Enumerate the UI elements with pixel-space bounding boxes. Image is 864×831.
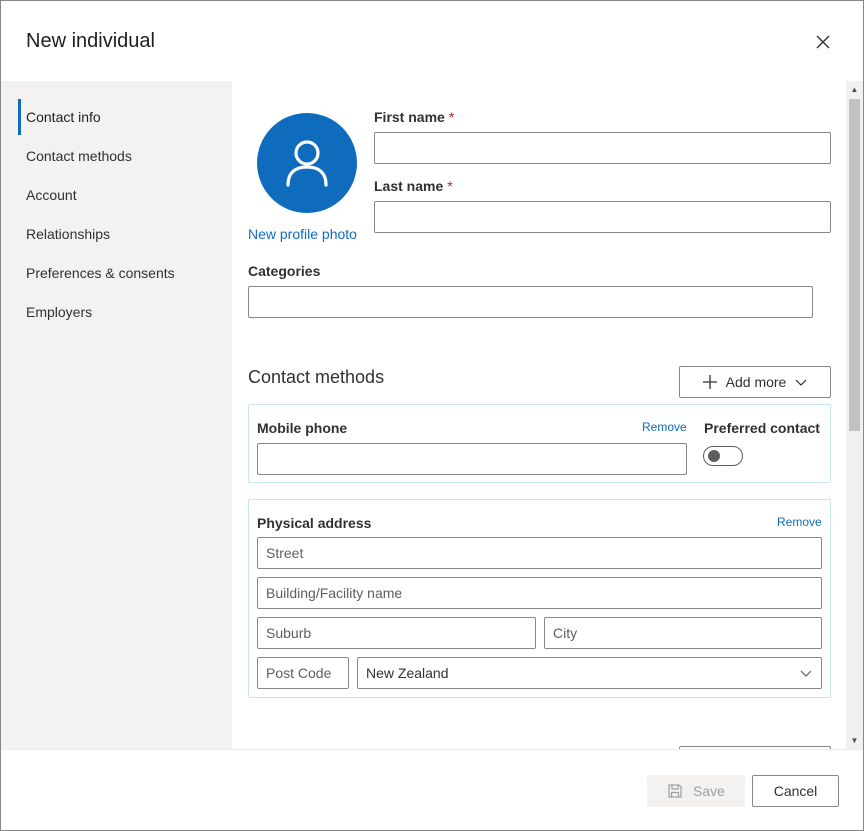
dialog-title: New individual (26, 30, 155, 52)
save-icon (668, 784, 682, 798)
country-value: New Zealand (366, 665, 449, 681)
physical-address-card: Physical address Remove New Zealand (248, 499, 831, 698)
last-name-input[interactable] (374, 201, 831, 233)
scroll-up-icon[interactable]: ▲ (850, 85, 859, 94)
remove-physical-address-link[interactable]: Remove (777, 515, 822, 529)
chevron-down-icon (795, 379, 807, 386)
form-content: New profile photo First name * Last name *… (232, 81, 846, 749)
mobile-phone-label: Mobile phone (257, 420, 348, 436)
add-more-button[interactable]: Add more (679, 366, 831, 398)
sidebar-item-account[interactable]: Account (18, 177, 228, 213)
save-label: Save (693, 783, 725, 799)
preferred-contact-label: Preferred contact (704, 420, 820, 436)
close-button[interactable] (809, 28, 837, 56)
last-name-label-text: Last name (374, 178, 444, 194)
dialog-footer: Save Cancel (1, 749, 863, 830)
new-individual-dialog: New individual Contact info Contact meth… (0, 0, 864, 831)
new-profile-photo-link[interactable]: New profile photo (248, 226, 357, 242)
sidebar-item-relationships[interactable]: Relationships (18, 216, 228, 252)
cancel-button[interactable]: Cancel (752, 775, 839, 807)
required-marker: * (448, 109, 455, 125)
avatar[interactable] (257, 113, 357, 213)
required-marker: * (447, 178, 453, 194)
first-name-label-text: First name (374, 109, 445, 125)
chevron-down-icon (800, 670, 812, 677)
sidebar-item-label: Relationships (26, 226, 111, 242)
scroll-down-icon[interactable]: ▼ (850, 736, 859, 745)
close-icon (816, 35, 830, 49)
dialog-header: New individual (1, 1, 863, 81)
physical-address-label: Physical address (257, 515, 372, 531)
plus-icon (702, 375, 717, 389)
sidebar-nav: Contact info Contact methods Account Rel… (1, 81, 232, 749)
first-name-label: First name * (374, 109, 454, 125)
save-button[interactable]: Save (647, 775, 745, 807)
building-facility-input[interactable] (257, 577, 822, 609)
sidebar-item-label: Employers (26, 304, 93, 320)
content-scrollbar[interactable]: ▲ ▼ (846, 81, 863, 749)
sidebar-item-employers[interactable]: Employers (18, 294, 228, 330)
last-name-label: Last name * (374, 178, 453, 194)
post-code-input[interactable] (257, 657, 349, 689)
scroll-thumb[interactable] (849, 99, 860, 431)
cancel-label: Cancel (773, 783, 818, 799)
sidebar-item-label: Preferences & consents (26, 265, 175, 281)
toggle-knob (708, 450, 720, 462)
mobile-phone-input[interactable] (257, 443, 687, 475)
suburb-input[interactable] (257, 617, 536, 649)
sidebar-item-contact-methods[interactable]: Contact methods (18, 138, 228, 174)
sidebar-item-label: Account (26, 187, 77, 203)
categories-input[interactable] (248, 286, 813, 318)
add-more-label: Add more (725, 374, 787, 390)
sidebar-item-label: Contact info (26, 109, 101, 125)
country-select[interactable]: New Zealand (357, 657, 822, 689)
sidebar-item-preferences-consents[interactable]: Preferences & consents (18, 255, 228, 291)
remove-mobile-phone-link[interactable]: Remove (642, 420, 687, 434)
first-name-input[interactable] (374, 132, 831, 164)
city-input[interactable] (544, 617, 822, 649)
contact-methods-heading: Contact methods (248, 367, 385, 387)
sidebar-item-contact-info[interactable]: Contact info (18, 99, 228, 135)
categories-label: Categories (248, 263, 321, 279)
preferred-contact-toggle[interactable] (703, 446, 743, 466)
street-input[interactable] (257, 537, 822, 569)
mobile-phone-card: Mobile phone Remove Preferred contact (248, 404, 831, 483)
sidebar-item-label: Contact methods (26, 148, 132, 164)
person-icon (286, 140, 328, 187)
